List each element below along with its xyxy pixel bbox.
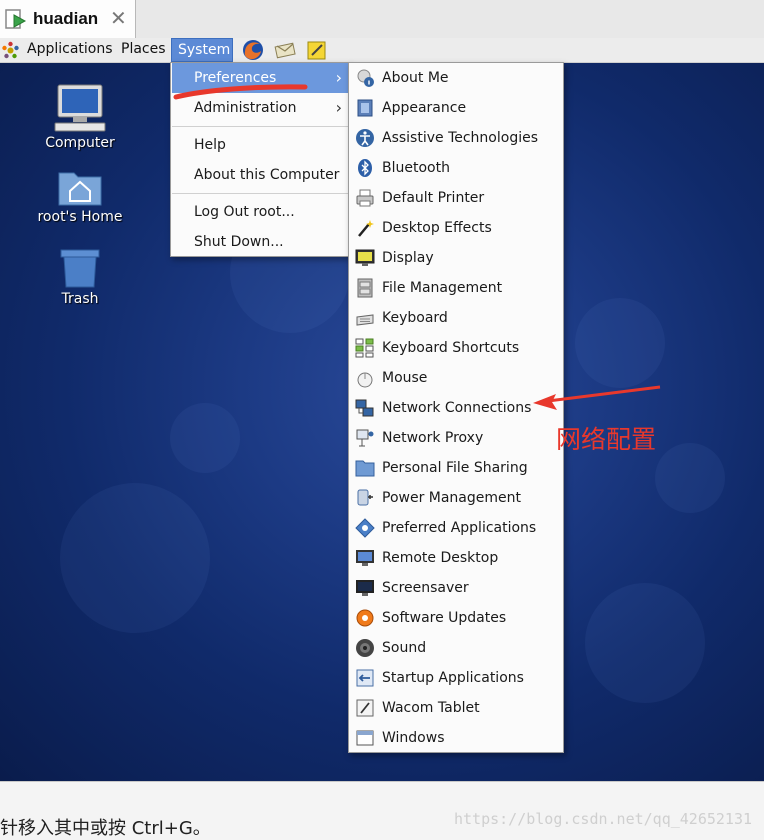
pref-item-sound[interactable]: Sound — [349, 633, 563, 663]
accessibility-icon — [356, 129, 374, 147]
bluetooth-icon — [358, 159, 372, 177]
pref-item-default-printer[interactable]: Default Printer — [349, 183, 563, 213]
vm-tab-bar: huadian ✕ — [0, 0, 764, 39]
top-panel: Applications Places System — [0, 38, 764, 63]
display-icon — [355, 249, 375, 266]
mail-icon[interactable] — [273, 38, 297, 62]
pref-item-about-me[interactable]: About Me — [349, 63, 563, 93]
applications-menu[interactable]: Applications — [0, 38, 113, 62]
network-proxy-icon — [356, 429, 374, 447]
printer-icon — [356, 189, 374, 207]
pref-item-appearance[interactable]: Appearance — [349, 93, 563, 123]
pref-item-wacom-tablet[interactable]: Wacom Tablet — [349, 693, 563, 723]
places-menu[interactable]: Places — [121, 38, 166, 62]
menu-separator — [172, 193, 348, 194]
pref-item-desktop-effects[interactable]: Desktop Effects — [349, 213, 563, 243]
vm-tab-title: huadian — [33, 9, 99, 28]
firefox-icon[interactable] — [241, 38, 265, 62]
notes-icon[interactable] — [305, 38, 329, 62]
magic-wand-icon — [358, 220, 374, 237]
chevron-right-icon: › — [335, 68, 342, 87]
chevron-right-icon: › — [335, 98, 342, 117]
pref-item-keyboard[interactable]: Keyboard — [349, 303, 563, 333]
tablet-icon — [356, 699, 374, 717]
pref-item-windows[interactable]: Windows — [349, 723, 563, 753]
pref-item-network-proxy[interactable]: Network Proxy — [349, 423, 563, 453]
menu-separator — [172, 126, 348, 127]
appearance-icon — [357, 99, 373, 117]
pref-item-keyboard-shortcuts[interactable]: Keyboard Shortcuts — [349, 333, 563, 363]
status-bar: 针移入其中或按 Ctrl+G。 https://blog.csdn.net/qq… — [0, 781, 764, 840]
pref-item-personal-file-sharing[interactable]: Personal File Sharing — [349, 453, 563, 483]
pref-item-software-updates[interactable]: Software Updates — [349, 603, 563, 633]
preferences-submenu: About Me Appearance Assistive Technologi… — [348, 62, 564, 753]
pref-item-remote-desktop[interactable]: Remote Desktop — [349, 543, 563, 573]
gnome-foot-icon — [2, 41, 19, 59]
administration-label: Administration — [194, 100, 297, 116]
pref-item-mouse[interactable]: Mouse — [349, 363, 563, 393]
menu-item-administration[interactable]: Administration › — [172, 93, 348, 123]
power-management-icon — [357, 489, 373, 506]
system-menu[interactable]: System — [171, 38, 233, 62]
annotation-label: 网络配置 — [556, 425, 657, 454]
menu-item-log-out[interactable]: Log Out root... — [172, 197, 348, 227]
remote-desktop-icon — [356, 550, 374, 566]
sound-icon — [356, 639, 374, 657]
folder-share-icon — [355, 460, 375, 477]
trash-desktop-icon[interactable]: Trash — [35, 247, 125, 307]
trash-label: Trash — [61, 291, 99, 307]
status-hint: 针移入其中或按 Ctrl+G。 — [0, 818, 211, 839]
network-connections-icon — [355, 399, 374, 417]
desktop-pattern — [575, 298, 665, 388]
menu-item-about-computer[interactable]: About this Computer — [172, 160, 348, 190]
applications-label: Applications — [27, 41, 113, 57]
windows-icon — [356, 730, 374, 746]
pref-item-network-connections[interactable]: Network Connections — [349, 393, 563, 423]
software-updates-icon — [356, 609, 374, 627]
system-dropdown: Preferences › Administration › Help Abou… — [170, 62, 350, 257]
desktop-pattern — [655, 443, 725, 513]
menu-item-help[interactable]: Help — [172, 130, 348, 160]
keyboard-shortcuts-icon — [355, 338, 374, 358]
computer-icon — [54, 84, 106, 132]
vm-tab[interactable]: huadian ✕ — [0, 0, 136, 38]
watermark: https://blog.csdn.net/qq_42652131 — [453, 810, 752, 828]
desktop-pattern — [585, 583, 705, 703]
menu-item-preferences[interactable]: Preferences › — [172, 63, 348, 93]
mouse-icon — [357, 372, 373, 388]
desktop-pattern — [170, 403, 240, 473]
vm-icon — [5, 9, 27, 29]
pref-item-startup-applications[interactable]: Startup Applications — [349, 663, 563, 693]
computer-label: Computer — [45, 135, 115, 151]
pref-item-display[interactable]: Display — [349, 243, 563, 273]
screensaver-icon — [356, 580, 374, 596]
pref-item-preferred-applications[interactable]: Preferred Applications — [349, 513, 563, 543]
home-folder-icon — [58, 172, 102, 206]
computer-desktop-icon[interactable]: Computer — [35, 83, 125, 151]
pref-item-screensaver[interactable]: Screensaver — [349, 573, 563, 603]
menu-item-shut-down[interactable]: Shut Down... — [172, 227, 348, 257]
preferred-apps-icon — [355, 518, 375, 538]
close-icon[interactable]: ✕ — [110, 6, 127, 30]
home-desktop-icon[interactable]: root's Home — [35, 167, 125, 225]
about-me-icon — [357, 69, 374, 87]
pref-item-power-management[interactable]: Power Management — [349, 483, 563, 513]
trash-icon — [60, 249, 100, 288]
desktop-pattern — [60, 483, 210, 633]
pref-item-bluetooth[interactable]: Bluetooth — [349, 153, 563, 183]
home-label: root's Home — [37, 209, 123, 225]
keyboard-icon — [356, 314, 374, 326]
file-cabinet-icon — [357, 278, 373, 298]
pref-item-assistive-technologies[interactable]: Assistive Technologies — [349, 123, 563, 153]
preferences-label: Preferences — [194, 70, 277, 86]
startup-apps-icon — [356, 669, 374, 687]
pref-item-file-management[interactable]: File Management — [349, 273, 563, 303]
